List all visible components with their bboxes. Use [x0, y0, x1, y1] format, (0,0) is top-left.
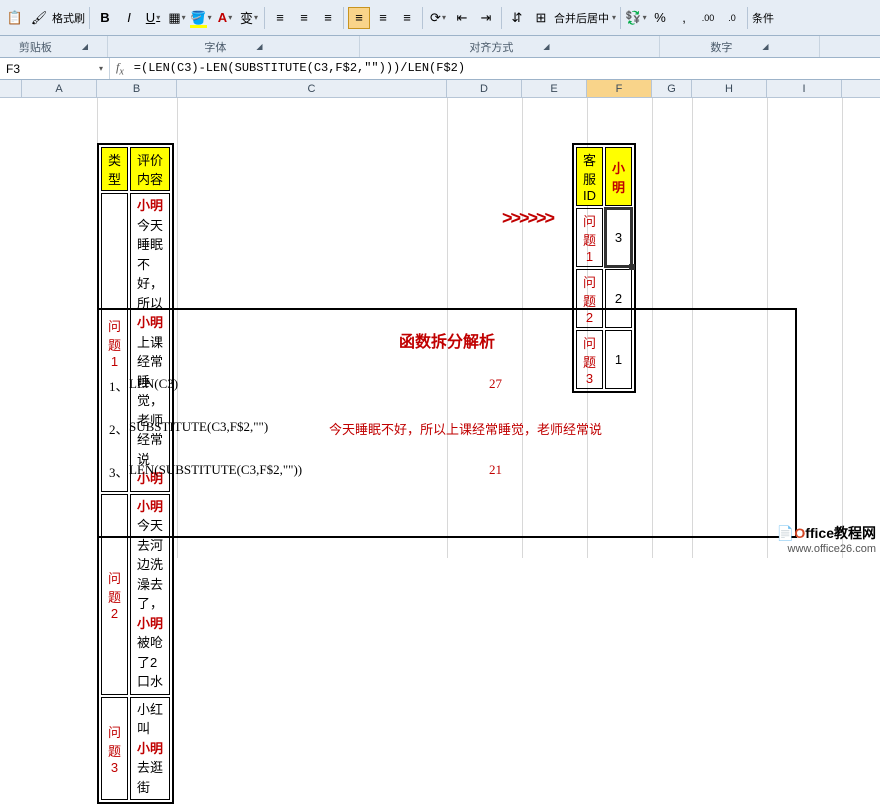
col-header[interactable]: G: [652, 80, 692, 97]
ribbon-toolbar: 📋 🖌 格式刷 B I U▾ ▦▾ 🪣▾ A▾ 变▾ ≡ ≡ ≡ ≡ ≡ ≡ ⟳…: [0, 0, 880, 36]
wrap-text-button[interactable]: ⇵: [506, 7, 528, 29]
dialog-launcher-icon[interactable]: ◢: [256, 42, 262, 51]
group-font: 字体: [204, 39, 226, 55]
fx-icon[interactable]: fx: [116, 60, 124, 77]
table-header[interactable]: 客服ID: [576, 147, 603, 206]
col-header[interactable]: H: [692, 80, 767, 97]
analysis-row: 3、 LEN(SUBSTITUTE(C3,F$2,"")) 21: [109, 462, 785, 481]
increase-indent-button[interactable]: ⇥: [475, 7, 497, 29]
font-color-button[interactable]: A▾: [214, 7, 236, 29]
table-row: 问题1 3: [576, 208, 632, 267]
formula-bar: F3 ▾ fx =(LEN(C3)-LEN(SUBSTITUTE(C3,F$2,…: [0, 58, 880, 80]
name-box[interactable]: F3 ▾: [0, 58, 110, 79]
bold-button[interactable]: B: [94, 7, 116, 29]
format-painter-icon[interactable]: 🖌: [28, 7, 50, 29]
analysis-result: 21: [489, 462, 502, 481]
align-bottom-button[interactable]: ≡: [317, 7, 339, 29]
col-header[interactable]: D: [447, 80, 522, 97]
align-center-button[interactable]: ≡: [372, 7, 394, 29]
analysis-formula: LEN(C3): [129, 376, 369, 395]
fill-handle[interactable]: [629, 264, 635, 270]
row-label[interactable]: 问题3: [101, 697, 128, 801]
align-left-button[interactable]: ≡: [348, 7, 370, 29]
analysis-box: 函数拆分解析 1、 LEN(C3) 27 2、 SUBSTITUTE(C3,F$…: [97, 308, 797, 538]
worksheet[interactable]: 类型 评价内容 问题1 小明今天睡眠不好，所以小明上课经常睡觉，老师经常说小明 …: [0, 98, 880, 558]
column-headers: A B C D E F G H I: [0, 80, 880, 98]
col-header[interactable]: B: [97, 80, 177, 97]
dialog-launcher-icon[interactable]: ◢: [82, 42, 88, 51]
percent-button[interactable]: %: [649, 7, 671, 29]
analysis-row: 1、 LEN(C3) 27: [109, 376, 785, 395]
col-header[interactable]: A: [22, 80, 97, 97]
fill-color-button[interactable]: 🪣▾: [190, 7, 212, 29]
col-header[interactable]: E: [522, 80, 587, 97]
decrease-indent-button[interactable]: ⇤: [451, 7, 473, 29]
align-middle-button[interactable]: ≡: [293, 7, 315, 29]
phonetic-button[interactable]: 变▾: [238, 7, 260, 29]
increase-decimal-button[interactable]: .00: [697, 7, 719, 29]
row-content[interactable]: 小红叫小明去逛街: [130, 697, 170, 801]
analysis-result: 27: [489, 376, 502, 395]
col-header[interactable]: I: [767, 80, 842, 97]
group-clipboard: 剪贴板: [19, 39, 52, 55]
table-header[interactable]: 小明: [605, 147, 632, 206]
active-cell[interactable]: 3: [605, 208, 632, 267]
merge-center-label: 合并后居中: [554, 10, 609, 26]
orientation-button[interactable]: ⟳▾: [427, 7, 449, 29]
underline-button[interactable]: U▾: [142, 7, 164, 29]
dialog-launcher-icon[interactable]: ◢: [543, 42, 549, 51]
table-header[interactable]: 评价内容: [130, 147, 170, 191]
group-number: 数字: [710, 39, 732, 55]
col-header[interactable]: C: [177, 80, 447, 97]
watermark: 📄Office教程网 www.office26.com: [777, 523, 876, 555]
comma-button[interactable]: ,: [673, 7, 695, 29]
dialog-launcher-icon[interactable]: ◢: [762, 42, 768, 51]
analysis-title: 函数拆分解析: [109, 328, 785, 352]
analysis-formula: SUBSTITUTE(C3,F$2,""): [129, 419, 329, 438]
chevron-down-icon[interactable]: ▾: [99, 64, 103, 73]
analysis-row: 2、 SUBSTITUTE(C3,F$2,"") 今天睡眠不好，所以上课经常睡觉…: [109, 419, 785, 438]
border-button[interactable]: ▦▾: [166, 7, 188, 29]
watermark-url: www.office26.com: [777, 543, 876, 555]
name-box-value: F3: [6, 62, 20, 76]
align-top-button[interactable]: ≡: [269, 7, 291, 29]
formula-input[interactable]: =(LEN(C3)-LEN(SUBSTITUTE(C3,F$2,"")))/LE…: [134, 61, 465, 75]
row-label[interactable]: 问题1: [576, 208, 603, 267]
analysis-formula: LEN(SUBSTITUTE(C3,F$2,"")): [129, 462, 369, 481]
format-painter-label: 格式刷: [52, 10, 85, 26]
office-logo-icon: 📄: [777, 525, 794, 541]
merge-center-button[interactable]: ⊞: [530, 7, 552, 29]
align-right-button[interactable]: ≡: [396, 7, 418, 29]
ribbon-groups: 剪贴板 ◢ 字体 ◢ 对齐方式 ◢ 数字 ◢: [0, 36, 880, 58]
decrease-decimal-button[interactable]: .0: [721, 7, 743, 29]
italic-button[interactable]: I: [118, 7, 140, 29]
select-all-corner[interactable]: [0, 80, 22, 97]
col-header[interactable]: F: [587, 80, 652, 97]
table-row: 问题3 小红叫小明去逛街: [101, 697, 170, 801]
number-format-button[interactable]: 💱▾: [625, 7, 647, 29]
arrows-icon: >>>>>>: [502, 208, 553, 229]
group-align: 对齐方式: [469, 39, 513, 55]
paste-icon[interactable]: 📋: [4, 7, 26, 29]
analysis-result: 今天睡眠不好，所以上课经常睡觉，老师经常说: [329, 419, 602, 438]
table-header[interactable]: 类型: [101, 147, 128, 191]
conditional-label[interactable]: 条件: [752, 10, 774, 26]
